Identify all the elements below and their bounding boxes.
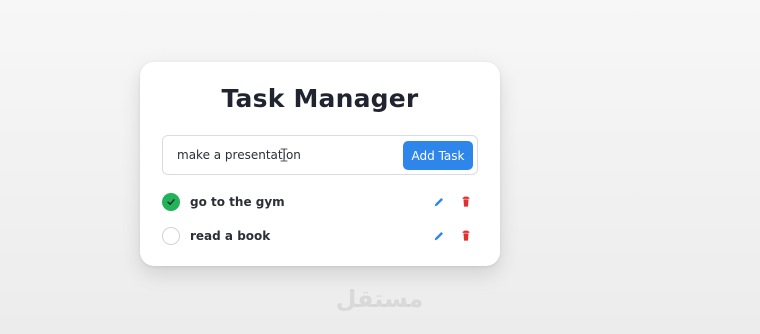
task-item: go to the gym bbox=[162, 186, 478, 220]
delete-task-button[interactable] bbox=[459, 229, 473, 243]
task-complete-toggle[interactable] bbox=[162, 227, 180, 245]
task-item: read a book bbox=[162, 220, 478, 254]
pencil-icon bbox=[434, 232, 443, 241]
delete-task-button[interactable] bbox=[459, 195, 473, 209]
edit-task-button[interactable] bbox=[432, 195, 446, 209]
task-label: go to the gym bbox=[190, 195, 285, 209]
pencil-icon bbox=[434, 198, 443, 207]
task-input-row: Add Task bbox=[162, 135, 478, 175]
check-icon bbox=[167, 199, 175, 205]
trash-icon bbox=[462, 230, 470, 241]
task-list: go to the gym read a book bbox=[162, 186, 478, 254]
watermark-logo: مستقل bbox=[335, 285, 424, 313]
trash-icon bbox=[462, 196, 470, 207]
page-title: Task Manager bbox=[221, 84, 419, 113]
edit-task-button[interactable] bbox=[432, 229, 446, 243]
task-input[interactable] bbox=[163, 136, 397, 174]
task-label: read a book bbox=[190, 229, 271, 243]
task-complete-toggle[interactable] bbox=[162, 193, 180, 211]
task-manager-card: Task Manager Add Task go to the gym bbox=[140, 62, 500, 266]
add-task-button[interactable]: Add Task bbox=[403, 141, 473, 170]
